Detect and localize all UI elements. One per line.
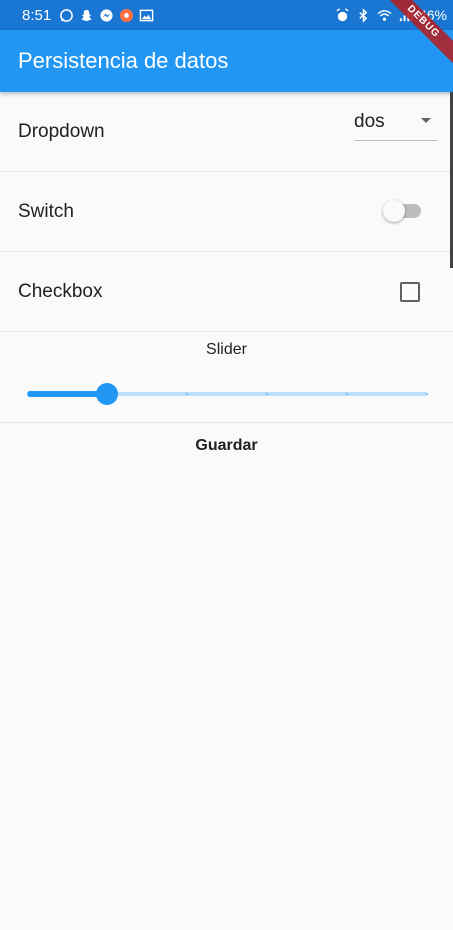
dropdown-value: dos: [354, 111, 385, 132]
slider-tick: [426, 393, 428, 395]
save-button[interactable]: Guardar: [176, 422, 277, 470]
slider-tick: [266, 393, 268, 395]
slider-section: Slider: [0, 332, 453, 423]
notification-icons: [59, 8, 154, 23]
switch-thumb: [383, 200, 405, 222]
checkbox[interactable]: [400, 282, 420, 302]
status-bar: 8:51 46%: [0, 0, 453, 30]
page-title: Persistencia de datos: [18, 48, 229, 73]
dropdown-row: Dropdown dos: [0, 92, 453, 172]
gallery-icon: [139, 8, 154, 23]
slider-thumb[interactable]: [96, 383, 118, 405]
app-icon: [119, 8, 134, 23]
switch-label: Switch: [18, 200, 74, 222]
settings-list: Dropdown dos Switch Checkbox Slider: [0, 92, 453, 423]
slider[interactable]: [26, 382, 428, 406]
dropdown-label: Dropdown: [18, 120, 105, 142]
slider-tick: [26, 393, 28, 395]
slider-tick: [186, 393, 188, 395]
switch-toggle[interactable]: [383, 200, 423, 222]
dropdown-arrow-icon: [421, 118, 431, 123]
switch-row: Switch: [0, 172, 453, 252]
wifi-icon: [377, 8, 392, 23]
slider-active-track: [27, 391, 107, 397]
slider-label: Slider: [206, 341, 247, 358]
snapchat-icon: [79, 8, 94, 23]
checkbox-label: Checkbox: [18, 280, 103, 302]
app-bar: Persistencia de datos: [0, 30, 453, 92]
slider-tick: [346, 393, 348, 395]
alarm-icon: [335, 7, 350, 23]
status-time: 8:51: [22, 6, 52, 24]
messenger-icon: [99, 8, 114, 23]
dropdown-select[interactable]: dos: [354, 104, 437, 141]
checkbox-row: Checkbox: [0, 252, 453, 332]
bluetooth-icon: [356, 7, 371, 23]
whatsapp-icon: [59, 8, 74, 23]
